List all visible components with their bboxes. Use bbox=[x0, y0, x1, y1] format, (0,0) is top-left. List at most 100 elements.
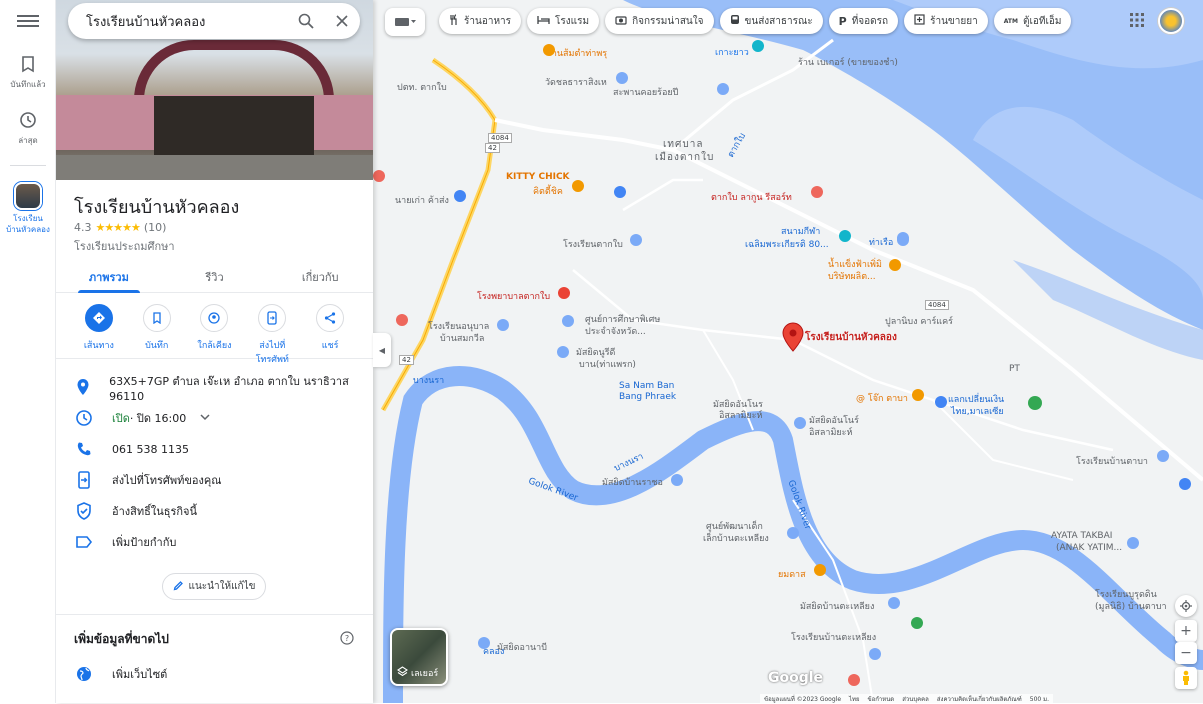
directions-icon bbox=[84, 304, 113, 332]
suggest-edit-button[interactable]: แนะนำให้แก้ไข bbox=[162, 573, 266, 600]
clock-icon bbox=[56, 409, 112, 427]
send-to-phone-row[interactable]: ส่งไปที่โทรศัพท์ของคุณ bbox=[56, 466, 373, 494]
rail-saved-label: บันทึกแล้ว bbox=[10, 80, 46, 89]
map-label-kindergarten-2: บ้านสมกวีล bbox=[440, 334, 485, 344]
hours-row[interactable]: เปิด · ปิด 16:00 bbox=[56, 404, 373, 432]
zoom-in-button[interactable]: + bbox=[1175, 620, 1197, 642]
suggest-edit-label: แนะนำให้แก้ไข bbox=[188, 581, 256, 592]
menu-icon[interactable] bbox=[17, 12, 39, 32]
map-label-hospital[interactable]: โรงพยาบาลตากใบ bbox=[477, 289, 550, 303]
add-label-row[interactable]: เพิ่มป้ายกำกับ bbox=[56, 528, 373, 556]
share-button[interactable]: แชร์ bbox=[302, 304, 358, 358]
chip-attractions-label: กิจกรรมน่าสนใจ bbox=[632, 15, 704, 27]
left-rail: บันทึกแล้ว ล่าสุด โรงเรียนบ้านหัวคลอง bbox=[0, 0, 56, 703]
tab-about[interactable]: เกี่ยวกับ bbox=[267, 258, 373, 292]
apps-grid-icon[interactable] bbox=[1130, 12, 1144, 31]
map-label-ton-som[interactable]: ร้านส้มตำท่าพรุ bbox=[547, 46, 607, 60]
collapse-panel-button[interactable]: ◀ bbox=[373, 333, 391, 367]
chip-transit[interactable]: ขนส่งสาธารณะ bbox=[719, 8, 823, 34]
history-icon bbox=[18, 110, 38, 130]
map-canvas[interactable]: เทศบาล เมืองตากใบ KITTY CHICK คิตตี้ชิค … bbox=[373, 0, 1203, 703]
search-icon[interactable] bbox=[288, 3, 324, 39]
place-panel: โรงเรียนบ้านหัวคลอง 4.3 ★★★★★ (10) โรงเร… bbox=[56, 0, 373, 703]
selected-place-pin-icon[interactable] bbox=[782, 322, 804, 356]
rating-row[interactable]: 4.3 ★★★★★ (10) bbox=[74, 221, 166, 234]
map-label-school-takbai[interactable]: โรงเรียนตากใบ bbox=[563, 237, 623, 251]
map-label-stadium-2: เฉลิมพระเกียรติ 80... bbox=[745, 240, 829, 250]
map-label-nai-kao[interactable]: นายเก่า ค้าส่ง bbox=[395, 193, 449, 207]
close-icon[interactable] bbox=[324, 3, 360, 39]
map-label-rf-bao[interactable]: ร้าน เบเกอร์ (ขายของชำ) bbox=[798, 55, 898, 69]
account-avatar[interactable] bbox=[1158, 8, 1184, 34]
chevron-down-icon[interactable] bbox=[200, 412, 210, 425]
chip-atm[interactable]: ATM ตู้เอทีเอ็ม bbox=[993, 8, 1072, 34]
map-label-school-talieng[interactable]: โรงเรียนบ้านตะเหลียง bbox=[791, 630, 876, 644]
map-label-kitty-chick-th[interactable]: คิตตี้ชิค bbox=[533, 184, 563, 198]
chip-parking[interactable]: P ที่จอดรถ bbox=[828, 8, 899, 34]
phone-row[interactable]: 061 538 1135 bbox=[56, 435, 373, 463]
map-label-mosque-anabi[interactable]: มัสยิดอานาบี bbox=[497, 640, 547, 654]
globe-icon bbox=[56, 666, 112, 682]
review-count[interactable]: (10) bbox=[144, 221, 167, 234]
map-label-resort[interactable]: ตากใบ ลากูน รีสอร์ท bbox=[711, 190, 792, 204]
layers-button[interactable]: เลเยอร์ bbox=[390, 628, 448, 686]
map-label-wat-chon[interactable]: วัดชลธาราสิงเห bbox=[545, 75, 607, 89]
map-label-ayata[interactable]: AYATA TAKBAI bbox=[1051, 531, 1112, 541]
chip-attractions[interactable]: กิจกรรมน่าสนใจ bbox=[605, 8, 714, 34]
claim-row[interactable]: อ้างสิทธิ์ในธุรกิจนี้ bbox=[56, 497, 373, 525]
zoom-out-button[interactable]: − bbox=[1175, 642, 1197, 664]
parking-icon: P bbox=[838, 14, 847, 28]
map-label-jo-takba[interactable]: @ โจ๊ก ตาบา bbox=[856, 391, 908, 405]
tab-reviews[interactable]: รีวิว bbox=[162, 258, 268, 292]
selected-place-label[interactable]: โรงเรียนบ้านหัวคลอง bbox=[805, 330, 897, 345]
map-type-toggle[interactable] bbox=[385, 8, 425, 36]
my-location-button[interactable] bbox=[1175, 595, 1197, 617]
chip-pharmacy[interactable]: ร้านขายยา bbox=[904, 8, 988, 34]
send-to-phone-button[interactable]: ส่งไปที่โทรศัพท์ bbox=[244, 304, 300, 365]
help-icon[interactable]: ? bbox=[340, 630, 354, 649]
pharmacy-icon bbox=[914, 14, 925, 28]
rail-item-current-place[interactable]: โรงเรียนบ้านหัวคลอง bbox=[0, 182, 56, 235]
map-label-mosque-bangrai[interactable]: มัสยิดบ้านราชอ bbox=[602, 475, 663, 489]
bookmark-icon bbox=[18, 54, 38, 74]
chip-hotels[interactable]: โรงแรม bbox=[527, 8, 600, 34]
search-box[interactable]: โรงเรียนบ้านหัวคลอง bbox=[68, 3, 360, 39]
map-label-pattani-cc[interactable]: ปตท. ตากใบ bbox=[397, 80, 447, 94]
chip-restaurants[interactable]: ร้านอาหาร bbox=[439, 8, 522, 34]
account-area bbox=[1130, 8, 1184, 34]
google-logo: Google bbox=[768, 670, 824, 686]
camera-icon bbox=[615, 15, 627, 28]
map-label-school-rudin-2: (มูลนิธิ) บ้านตาบา bbox=[1095, 602, 1167, 612]
map-label-stadium[interactable]: สนามกีฬา bbox=[781, 224, 820, 238]
save-button[interactable]: บันทึก bbox=[129, 304, 185, 358]
pegman-button[interactable] bbox=[1175, 667, 1197, 689]
route-4084-shield-2: 4084 bbox=[925, 300, 949, 310]
rail-item-saved[interactable]: บันทึกแล้ว bbox=[0, 54, 56, 91]
tab-overview[interactable]: ภาพรวม bbox=[56, 258, 162, 293]
map-label-mosque-anon-2: อิสลามิยะห์ bbox=[719, 411, 763, 421]
place-category[interactable]: โรงเรียนประถมศึกษา bbox=[74, 237, 175, 255]
map-label-yomdad[interactable]: ยมดาส bbox=[778, 567, 806, 581]
rail-item-recent[interactable]: ล่าสุด bbox=[0, 110, 56, 147]
add-website-row[interactable]: เพิ่มเว็บไซต์ bbox=[56, 660, 373, 688]
map-label-koh-yao[interactable]: เกาะยาว bbox=[715, 45, 749, 59]
map-label-exchange-2: ไทย,มาเลเซีย bbox=[951, 407, 1004, 417]
phone-icon bbox=[56, 441, 112, 457]
map-label-pulanin[interactable]: ปูลานิบง คาร์แคร์ bbox=[885, 314, 953, 328]
search-input[interactable]: โรงเรียนบ้านหัวคลอง bbox=[86, 11, 288, 32]
map-label-bridge[interactable]: สะพานคอยร้อยปี bbox=[613, 85, 678, 99]
nearby-button[interactable]: ใกล้เคียง bbox=[186, 304, 242, 358]
chip-transit-label: ขนส่งสาธารณะ bbox=[744, 15, 813, 27]
map-label-pt[interactable]: PT bbox=[1009, 364, 1020, 374]
map-label-tha-rua[interactable]: ท่าเรือ bbox=[869, 235, 893, 249]
send-to-phone-label: ส่งไปที่โทรศัพท์ bbox=[255, 341, 289, 365]
address-row[interactable]: 63X5+7GP ตำบล เจ๊ะเห อำเภอ ตากใบ นราธิวา… bbox=[56, 373, 373, 403]
save-label: บันทึก bbox=[145, 341, 169, 351]
map-label-kitty-chick[interactable]: KITTY CHICK bbox=[506, 172, 570, 182]
directions-button[interactable]: เส้นทาง bbox=[71, 304, 127, 358]
map-label-mosque-talieng[interactable]: มัสยิดบ้านตะเหลียง bbox=[800, 599, 874, 613]
address-text: 63X5+7GP ตำบล เจ๊ะเห อำเภอ ตากใบ นราธิวา… bbox=[109, 374, 349, 403]
minus-icon: − bbox=[1180, 645, 1192, 661]
map-label-school-tavao[interactable]: โรงเรียนบ้านตาบา bbox=[1076, 454, 1148, 468]
rail-divider bbox=[10, 165, 46, 166]
